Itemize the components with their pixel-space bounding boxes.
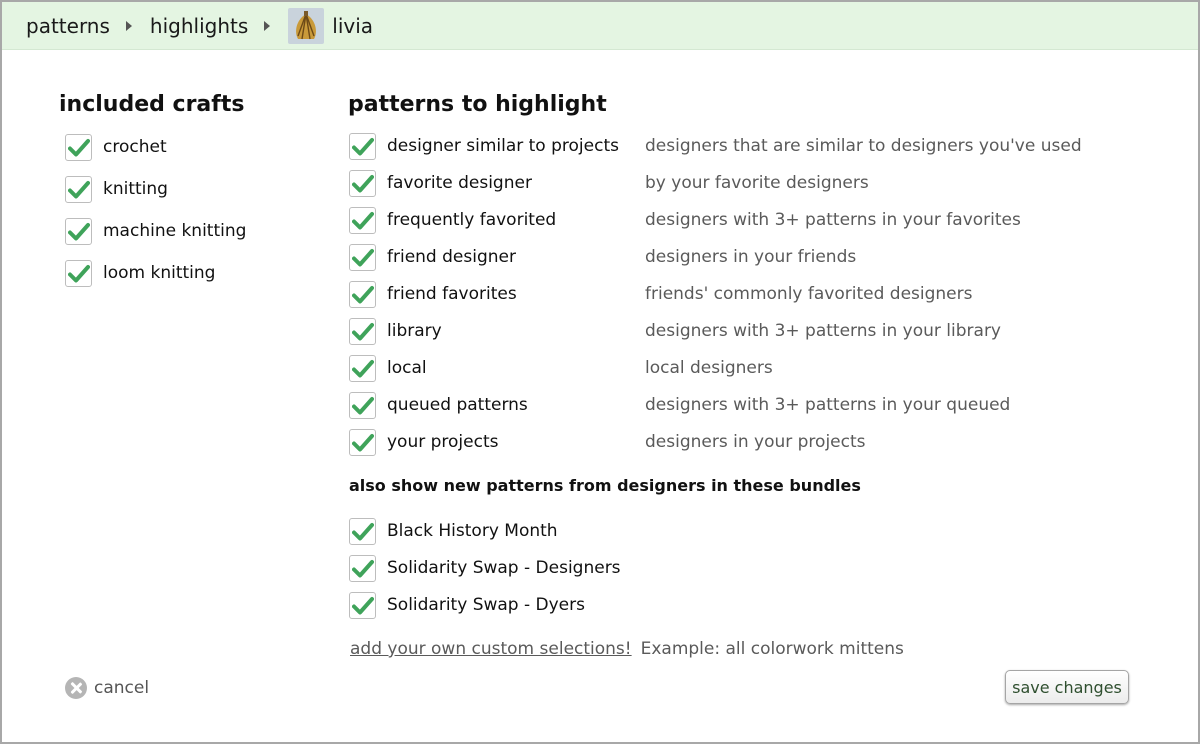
craft-option-label: knitting bbox=[103, 179, 168, 199]
breadcrumb-patterns[interactable]: patterns bbox=[26, 14, 110, 38]
highlight-option-description: designers with 3+ patterns in your favor… bbox=[645, 210, 1021, 230]
highlight-option-label: frequently favorited bbox=[387, 210, 557, 230]
bundle-option[interactable]: Solidarity Swap - Dyers bbox=[349, 591, 585, 619]
highlight-option-label: your projects bbox=[387, 432, 499, 452]
highlight-option-label: local bbox=[387, 358, 427, 378]
bundle-option-label: Solidarity Swap - Designers bbox=[387, 558, 621, 578]
highlight-option-description: by your favorite designers bbox=[645, 173, 869, 193]
highlight-option[interactable]: friend favorites friends' commonly favori… bbox=[349, 280, 972, 308]
highlights-settings-panel: patterns highlights livia included craft… bbox=[0, 0, 1200, 744]
checkmark-icon bbox=[68, 180, 90, 198]
highlight-option-label: designer similar to projects bbox=[387, 136, 619, 156]
highlight-option-description: designers with 3+ patterns in your libra… bbox=[645, 321, 1001, 341]
avatar[interactable] bbox=[288, 7, 325, 44]
patterns-title: patterns to highlight bbox=[348, 92, 607, 117]
highlight-option-description: designers with 3+ patterns in your queue… bbox=[645, 395, 1011, 415]
craft-option-label: crochet bbox=[103, 137, 167, 157]
breadcrumb-highlights[interactable]: highlights bbox=[150, 14, 248, 38]
highlight-option[interactable]: library designers with 3+ patterns in you… bbox=[349, 317, 1001, 345]
highlight-option[interactable]: local local designers bbox=[349, 354, 773, 382]
craft-option[interactable]: machine knitting bbox=[65, 217, 246, 245]
crafts-title: included crafts bbox=[59, 92, 245, 117]
craft-option[interactable]: loom knitting bbox=[65, 259, 215, 287]
highlight-option[interactable]: favorite designer by your favorite design… bbox=[349, 169, 869, 197]
checkbox[interactable] bbox=[65, 175, 92, 203]
checkmark-icon bbox=[68, 222, 90, 240]
checkbox[interactable] bbox=[349, 206, 376, 234]
checkmark-icon bbox=[352, 174, 374, 192]
checkbox[interactable] bbox=[349, 280, 376, 308]
checkmark-icon bbox=[352, 322, 374, 340]
chevron-right-icon bbox=[125, 20, 132, 31]
cancel-icon bbox=[65, 677, 87, 699]
bundle-option-label: Solidarity Swap - Dyers bbox=[387, 595, 585, 615]
highlight-option-description: designers in your friends bbox=[645, 247, 857, 267]
highlight-option-label: favorite designer bbox=[387, 173, 532, 193]
breadcrumb: patterns highlights livia bbox=[2, 2, 1198, 50]
bundles-title: also show new patterns from designers in… bbox=[349, 476, 861, 495]
bundle-option-label: Black History Month bbox=[387, 521, 558, 541]
checkbox[interactable] bbox=[349, 132, 376, 160]
checkbox[interactable] bbox=[65, 133, 92, 161]
checkmark-icon bbox=[352, 522, 374, 540]
highlight-option-label: friend designer bbox=[387, 247, 516, 267]
checkbox[interactable] bbox=[349, 391, 376, 419]
custom-selections-link[interactable]: add your own custom selections! bbox=[350, 639, 632, 659]
highlight-option[interactable]: friend designer designers in your friends bbox=[349, 243, 856, 271]
checkbox[interactable] bbox=[65, 259, 92, 287]
checkbox[interactable] bbox=[349, 354, 376, 382]
highlight-option-label: library bbox=[387, 321, 442, 341]
cancel-button[interactable]: cancel bbox=[65, 677, 149, 699]
highlight-option-description: local designers bbox=[645, 358, 773, 378]
checkbox[interactable] bbox=[349, 554, 376, 582]
checkmark-icon bbox=[68, 138, 90, 156]
checkmark-icon bbox=[352, 137, 374, 155]
highlight-option[interactable]: frequently favorited designers with 3+ pa… bbox=[349, 206, 1021, 234]
checkmark-icon bbox=[352, 433, 374, 451]
cancel-label: cancel bbox=[94, 678, 150, 698]
checkbox[interactable] bbox=[349, 243, 376, 271]
highlight-option[interactable]: designer similar to projects designers th… bbox=[349, 132, 1082, 160]
custom-selection-line: add your own custom selections! Example: … bbox=[350, 639, 904, 659]
bundle-option[interactable]: Solidarity Swap - Designers bbox=[349, 554, 621, 582]
checkbox[interactable] bbox=[349, 428, 376, 456]
checkbox[interactable] bbox=[349, 317, 376, 345]
checkmark-icon bbox=[352, 211, 374, 229]
highlight-option-description: friends' commonly favorited designers bbox=[645, 284, 973, 304]
checkbox[interactable] bbox=[349, 169, 376, 197]
craft-option[interactable]: knitting bbox=[65, 175, 168, 203]
checkmark-icon bbox=[68, 264, 90, 282]
highlight-option[interactable]: your projects designers in your projects bbox=[349, 428, 866, 456]
highlight-option[interactable]: queued patterns designers with 3+ pattern… bbox=[349, 391, 1010, 419]
checkmark-icon bbox=[352, 396, 374, 414]
craft-option-label: loom knitting bbox=[103, 263, 216, 283]
checkbox[interactable] bbox=[65, 217, 92, 245]
highlight-option-label: queued patterns bbox=[387, 395, 528, 415]
highlight-option-description: designers that are similar to designers … bbox=[645, 136, 1082, 156]
craft-option[interactable]: crochet bbox=[65, 133, 167, 161]
checkmark-icon bbox=[352, 285, 374, 303]
checkmark-icon bbox=[352, 596, 374, 614]
checkbox[interactable] bbox=[349, 591, 376, 619]
checkmark-icon bbox=[352, 359, 374, 377]
save-changes-button[interactable]: save changes bbox=[1005, 670, 1129, 704]
craft-option-label: machine knitting bbox=[103, 221, 247, 241]
bundle-option[interactable]: Black History Month bbox=[349, 517, 558, 545]
checkmark-icon bbox=[352, 559, 374, 577]
breadcrumb-user[interactable]: livia bbox=[332, 14, 373, 38]
checkmark-icon bbox=[352, 248, 374, 266]
checkbox[interactable] bbox=[349, 517, 376, 545]
highlight-option-label: friend favorites bbox=[387, 284, 517, 304]
highlight-option-description: designers in your projects bbox=[645, 432, 866, 452]
custom-example-text: Example: all colorwork mittens bbox=[640, 639, 904, 659]
chevron-right-icon bbox=[264, 20, 271, 31]
